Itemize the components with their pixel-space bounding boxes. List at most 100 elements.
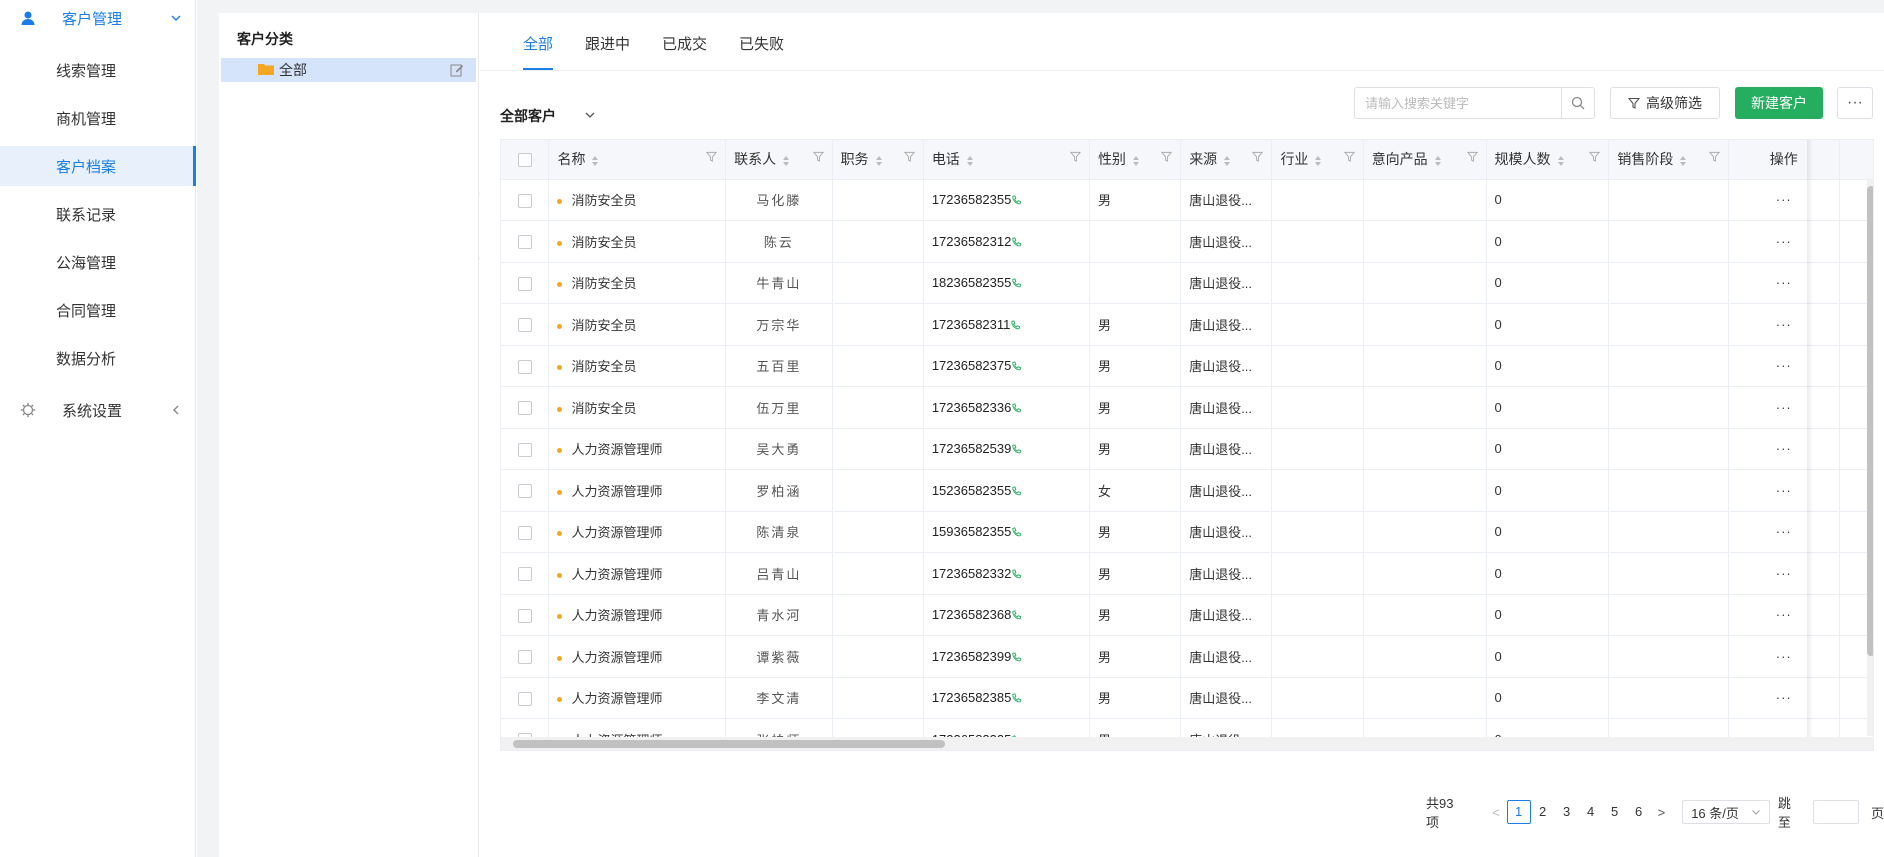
row-checkbox[interactable]	[517, 691, 532, 706]
filter-icon[interactable]	[1161, 151, 1173, 163]
cell-name[interactable]: 人力资源管理师	[548, 511, 727, 553]
vertical-scroll-thumb[interactable]	[1867, 186, 1873, 656]
cell-name[interactable]: 消防安全员	[548, 262, 727, 304]
vertical-scrollbar[interactable]	[1867, 180, 1873, 736]
nav-item-opportunities[interactable]: 商机管理	[0, 98, 196, 138]
filter-icon[interactable]	[903, 151, 915, 163]
search-button[interactable]	[1561, 87, 1595, 119]
filter-icon[interactable]	[706, 151, 718, 163]
filter-icon[interactable]	[1708, 151, 1720, 163]
table-row[interactable]: 人力资源管理师 青水河 17236582368 男唐山退役... 0 ···	[501, 594, 1873, 636]
phone-icon[interactable]	[1011, 527, 1022, 538]
nav-item-analytics[interactable]: 数据分析	[0, 338, 196, 378]
table-row[interactable]: 消防安全员 万宗华 17236582311 男唐山退役... 0 ···	[501, 303, 1873, 346]
header-position[interactable]: 职务	[832, 140, 924, 180]
horizontal-scroll-thumb[interactable]	[513, 740, 945, 748]
cell-name[interactable]: 人力资源管理师	[548, 677, 727, 719]
sort-icon[interactable]	[782, 155, 790, 167]
filter-icon[interactable]	[1466, 151, 1478, 163]
filter-icon[interactable]	[1069, 151, 1081, 163]
new-customer-button[interactable]: 新建客户	[1735, 87, 1823, 119]
sort-icon[interactable]	[1557, 155, 1565, 167]
table-row[interactable]: 消防安全员 马化滕 17236582355 男唐山退役... 0 ···	[501, 179, 1873, 221]
header-source[interactable]: 来源	[1180, 140, 1273, 180]
sort-icon[interactable]	[1434, 155, 1442, 167]
row-checkbox[interactable]	[517, 276, 532, 291]
phone-icon[interactable]	[1011, 486, 1022, 497]
cell-name[interactable]: 人力资源管理师	[548, 552, 727, 595]
nav-item-customer-archive[interactable]: 客户档案	[0, 146, 196, 186]
pagination-page[interactable]: 3	[1555, 800, 1579, 824]
row-checkbox[interactable]	[517, 608, 532, 623]
jump-page-input[interactable]	[1812, 800, 1859, 824]
table-row[interactable]: 人力资源管理师 罗柏涵 15236582355 女唐山退役... 0 ···	[501, 469, 1873, 512]
pagination-page[interactable]: 6	[1627, 800, 1651, 824]
nav-group-settings[interactable]: 系统设置	[0, 392, 196, 428]
phone-icon[interactable]	[1011, 693, 1022, 704]
sort-icon[interactable]	[966, 155, 974, 167]
header-scale[interactable]: 规模人数	[1486, 140, 1610, 180]
header-name[interactable]: 名称	[548, 140, 727, 180]
sort-icon[interactable]	[1132, 155, 1140, 167]
more-actions-button[interactable]: ···	[1837, 87, 1873, 119]
row-checkbox[interactable]	[517, 318, 532, 333]
pagination-page[interactable]: 5	[1603, 800, 1627, 824]
phone-icon[interactable]	[1011, 403, 1022, 414]
sort-icon[interactable]	[1223, 155, 1231, 167]
advanced-filter-button[interactable]: 高级筛选	[1610, 87, 1720, 119]
category-node-all[interactable]: 全部	[221, 58, 476, 82]
cell-name[interactable]: 消防安全员	[548, 386, 727, 429]
phone-icon[interactable]	[1011, 195, 1022, 206]
phone-icon[interactable]	[1011, 569, 1022, 580]
table-row[interactable]: 人力资源管理师 李文清 17236582385 男唐山退役... 0 ···	[501, 677, 1873, 719]
cell-name[interactable]: 人力资源管理师	[548, 428, 727, 470]
pagination-page[interactable]: 2	[1531, 800, 1555, 824]
tab-won[interactable]: 已成交	[662, 33, 707, 54]
tab-following[interactable]: 跟进中	[585, 33, 630, 54]
pagination-page[interactable]: 4	[1579, 800, 1603, 824]
row-actions-button[interactable]: ···	[1728, 179, 1840, 221]
row-actions-button[interactable]: ···	[1728, 635, 1840, 678]
pagination-prev[interactable]: <	[1489, 805, 1503, 820]
row-actions-button[interactable]: ···	[1728, 428, 1840, 470]
nav-item-leads[interactable]: 线索管理	[0, 50, 196, 90]
row-actions-button[interactable]: ···	[1728, 220, 1840, 263]
tab-all[interactable]: 全部	[523, 33, 553, 54]
header-industry[interactable]: 行业	[1271, 140, 1364, 180]
row-checkbox[interactable]	[517, 525, 532, 540]
nav-item-contact-records[interactable]: 联系记录	[0, 194, 196, 234]
edit-icon[interactable]	[450, 63, 464, 77]
row-actions-button[interactable]: ···	[1728, 677, 1840, 719]
tab-lost[interactable]: 已失败	[739, 33, 784, 54]
cell-name[interactable]: 消防安全员	[548, 303, 727, 346]
phone-icon[interactable]	[1010, 320, 1021, 331]
filter-icon[interactable]	[1252, 151, 1264, 163]
cell-name[interactable]: 消防安全员	[548, 345, 727, 387]
row-actions-button[interactable]: ···	[1728, 262, 1840, 304]
cell-name[interactable]: 消防安全员	[548, 179, 727, 221]
row-checkbox[interactable]	[517, 650, 532, 665]
phone-icon[interactable]	[1011, 610, 1022, 621]
sort-icon[interactable]	[875, 155, 883, 167]
header-stage[interactable]: 销售阶段	[1608, 140, 1729, 180]
row-actions-button[interactable]: ···	[1728, 552, 1840, 595]
table-row[interactable]: 消防安全员 伍万里 17236582336 男唐山退役... 0 ···	[501, 386, 1873, 429]
header-product[interactable]: 意向产品	[1363, 140, 1487, 180]
table-row[interactable]: 消防安全员 牛青山 18236582355 唐山退役... 0 ···	[501, 262, 1873, 304]
row-checkbox[interactable]	[517, 442, 532, 457]
phone-icon[interactable]	[1011, 444, 1022, 455]
header-contact[interactable]: 联系人	[725, 140, 833, 180]
sort-icon[interactable]	[1679, 155, 1687, 167]
row-actions-button[interactable]: ···	[1728, 511, 1840, 553]
sort-icon[interactable]	[591, 155, 599, 167]
table-row[interactable]: 人力资源管理师 谭紫薇 17236582399 男唐山退役... 0 ···	[501, 635, 1873, 678]
row-actions-button[interactable]: ···	[1728, 345, 1840, 387]
filter-icon[interactable]	[1343, 151, 1355, 163]
nav-group-customer[interactable]: 客户管理	[0, 0, 196, 36]
cell-name[interactable]: 人力资源管理师	[548, 635, 727, 678]
table-row[interactable]: 消防安全员 陈云 17236582312 唐山退役... 0 ···	[501, 220, 1873, 263]
row-checkbox[interactable]	[517, 567, 532, 582]
cell-name[interactable]: 人力资源管理师	[548, 469, 727, 512]
pagination-page[interactable]: 1	[1506, 800, 1531, 824]
row-checkbox[interactable]	[517, 484, 532, 499]
